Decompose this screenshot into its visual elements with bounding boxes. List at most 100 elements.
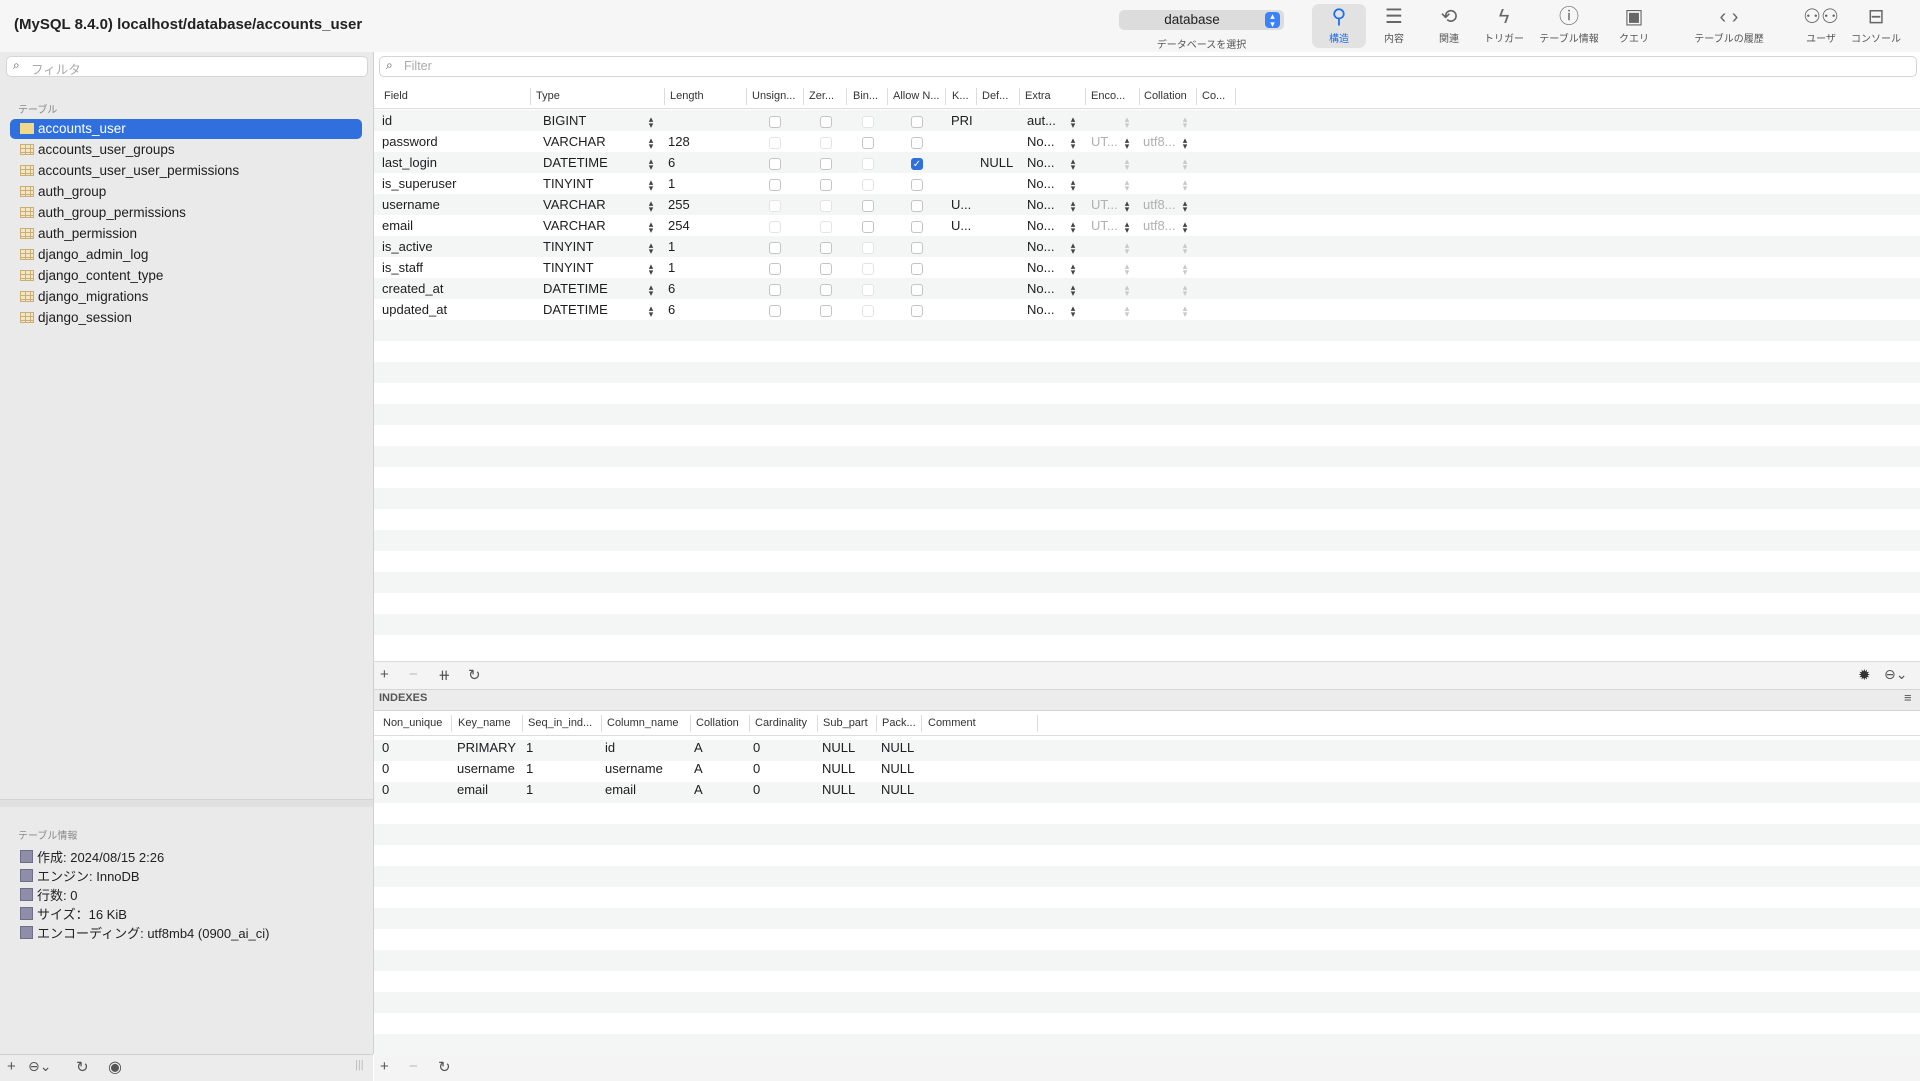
stepper-icon[interactable]: ▴ ▾ [1123,241,1131,256]
index-column-header[interactable]: Pack... [882,717,916,729]
toolbar-triggers-button[interactable]: ϟ トリガー [1476,4,1532,48]
structure-column-header[interactable]: Zer... [809,90,834,102]
stepper-icon[interactable]: ▴ ▾ [1069,241,1077,256]
table-list-item[interactable]: accounts_user_groups [10,140,362,160]
table-list-item[interactable]: auth_permission [10,224,362,244]
unsigned-checkbox[interactable] [769,179,781,191]
stepper-icon[interactable]: ▴ ▾ [1181,199,1189,214]
stepper-icon[interactable]: ▴ ▾ [1123,220,1131,235]
allow-null-checkbox[interactable] [911,179,923,191]
length-cell[interactable]: 1 [668,260,675,275]
type-cell[interactable]: VARCHAR [543,218,606,233]
stepper-icon[interactable]: ▴ ▾ [1181,178,1189,193]
actions-menu-icon[interactable]: ⊖⌄ [1884,666,1907,683]
stepper-icon[interactable]: ▴ ▾ [647,283,655,298]
add-table-icon[interactable]: + [7,1058,16,1075]
structure-column-header[interactable]: K... [952,90,969,102]
binary-checkbox[interactable] [862,221,874,233]
zerofill-checkbox[interactable] [820,221,832,233]
zerofill-checkbox[interactable] [820,200,832,212]
structure-column-header[interactable]: Collation [1144,90,1187,102]
actions-menu-icon[interactable]: ⊖⌄ [28,1058,51,1075]
resize-handle-icon[interactable]: ||| [355,1059,364,1071]
stepper-icon[interactable]: ▴ ▾ [1069,136,1077,151]
toolbar-query-button[interactable]: ▣ クエリ [1606,4,1662,48]
type-cell[interactable]: DATETIME [543,155,608,170]
allow-null-checkbox[interactable] [911,263,923,275]
field-name-cell[interactable]: updated_at [382,302,447,317]
stepper-icon[interactable]: ▴ ▾ [1181,115,1189,130]
stepper-icon[interactable]: ▴ ▾ [1123,304,1131,319]
index-column-header[interactable]: Column_name [607,717,679,729]
index-column-header[interactable]: Non_unique [383,717,442,729]
stepper-icon[interactable]: ▴ ▾ [1069,178,1077,193]
zerofill-checkbox[interactable] [820,305,832,317]
type-cell[interactable]: DATETIME [543,281,608,296]
stepper-icon[interactable]: ▴ ▾ [1181,220,1189,235]
type-cell[interactable]: DATETIME [543,302,608,317]
gear-icon[interactable]: ✹ [1858,666,1871,684]
stepper-icon[interactable]: ▴ ▾ [1181,283,1189,298]
structure-column-header[interactable]: Allow N... [893,90,939,102]
table-list-item[interactable]: django_session [10,308,362,328]
allow-null-checkbox[interactable] [911,200,923,212]
field-name-cell[interactable]: username [382,197,440,212]
stepper-icon[interactable]: ▴ ▾ [1123,178,1131,193]
index-column-header[interactable]: Seq_in_ind... [528,717,592,729]
length-cell[interactable]: 255 [668,197,690,212]
stepper-icon[interactable]: ▴ ▾ [647,115,655,130]
toolbar-relations-button[interactable]: ⟲ 関連 [1421,4,1477,48]
allow-null-checkbox[interactable] [911,242,923,254]
length-cell[interactable]: 254 [668,218,690,233]
type-cell[interactable]: VARCHAR [543,134,606,149]
stepper-icon[interactable]: ▴ ▾ [1123,262,1131,277]
field-name-cell[interactable]: email [382,218,413,233]
binary-checkbox[interactable] [862,158,874,170]
binary-checkbox[interactable] [862,179,874,191]
unsigned-checkbox[interactable] [769,305,781,317]
unsigned-checkbox[interactable] [769,116,781,128]
zerofill-checkbox[interactable] [820,263,832,275]
field-name-cell[interactable]: last_login [382,155,437,170]
stepper-icon[interactable]: ▴ ▾ [647,157,655,172]
field-name-cell[interactable]: id [382,113,392,128]
extra-cell[interactable]: No... [1027,302,1054,317]
stepper-icon[interactable]: ▴ ▾ [647,262,655,277]
structure-column-header[interactable]: Extra [1025,90,1051,102]
extra-cell[interactable]: No... [1027,239,1054,254]
structure-column-header[interactable]: Unsign... [752,90,795,102]
stepper-icon[interactable]: ▴ ▾ [1123,115,1131,130]
allow-null-checkbox[interactable]: ✓ [911,158,923,170]
length-cell[interactable]: 1 [668,176,675,191]
database-select[interactable]: database ▴ ▾ [1119,10,1284,30]
collation-cell[interactable]: utf8... [1143,134,1176,149]
remove-index-icon[interactable]: − [409,1058,418,1075]
index-column-header[interactable]: Collation [696,717,739,729]
extra-cell[interactable]: No... [1027,176,1054,191]
zerofill-checkbox[interactable] [820,179,832,191]
index-column-header[interactable]: Comment [928,717,976,729]
binary-checkbox[interactable] [862,137,874,149]
type-cell[interactable]: TINYINT [543,176,594,191]
extra-cell[interactable]: aut... [1027,113,1056,128]
binary-checkbox[interactable] [862,242,874,254]
zerofill-checkbox[interactable] [820,158,832,170]
length-cell[interactable]: 128 [668,134,690,149]
stepper-icon[interactable]: ▴ ▾ [647,178,655,193]
stepper-icon[interactable]: ▴ ▾ [647,241,655,256]
sidebar-filter-input[interactable]: ⌕ フィルタ [6,56,368,77]
allow-null-checkbox[interactable] [911,284,923,296]
eye-icon[interactable]: ◉ [108,1057,122,1077]
collation-cell[interactable]: utf8... [1143,218,1176,233]
structure-filter-input[interactable]: ⌕ Filter [379,56,1917,77]
structure-column-header[interactable]: Type [536,90,560,102]
structure-column-header[interactable]: Field [384,90,408,102]
collation-cell[interactable]: utf8... [1143,197,1176,212]
allow-null-checkbox[interactable] [911,221,923,233]
refresh-icon[interactable]: ↻ [76,1058,89,1076]
stepper-icon[interactable]: ▴ ▾ [1181,304,1189,319]
extra-cell[interactable]: No... [1027,155,1054,170]
field-name-cell[interactable]: created_at [382,281,443,296]
stepper-icon[interactable]: ▴ ▾ [1123,199,1131,214]
encoding-cell[interactable]: UT... [1091,134,1118,149]
